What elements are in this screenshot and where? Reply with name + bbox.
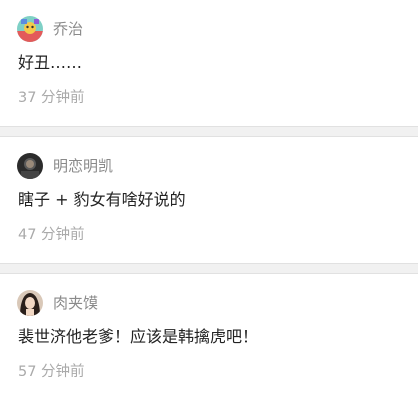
woman-portrait-avatar-icon[interactable] bbox=[17, 290, 43, 316]
cartoon-avatar-icon[interactable] bbox=[17, 16, 43, 42]
timestamp: 57 分钟前 bbox=[18, 364, 85, 380]
separator bbox=[0, 126, 418, 137]
comment-text: 瞎子 + 豹女有啥好说的 bbox=[18, 190, 186, 209]
comment-item[interactable]: 明恋明凯 瞎子 + 豹女有啥好说的 47 分钟前 bbox=[0, 137, 418, 263]
comment-item[interactable]: 肉夹馍 裴世济他老爹！应该是韩擒虎吧！ 57 分钟前 bbox=[0, 274, 418, 400]
separator bbox=[0, 263, 418, 274]
comment-text: 裴世济他老爹！应该是韩擒虎吧！ bbox=[18, 327, 259, 346]
username[interactable]: 肉夹馍 bbox=[53, 292, 98, 314]
dark-portrait-avatar-icon[interactable] bbox=[17, 153, 43, 179]
comment-feed: 乔治 好丑…… 37 分钟前 明恋明凯 瞎子 + 豹女有啥好说的 47 分钟前 bbox=[0, 0, 418, 400]
timestamp: 37 分钟前 bbox=[18, 90, 85, 106]
timestamp: 47 分钟前 bbox=[18, 227, 85, 243]
username[interactable]: 明恋明凯 bbox=[53, 155, 113, 177]
username[interactable]: 乔治 bbox=[53, 18, 83, 40]
comment-item[interactable]: 乔治 好丑…… 37 分钟前 bbox=[0, 0, 418, 126]
comment-text: 好丑…… bbox=[18, 53, 83, 72]
